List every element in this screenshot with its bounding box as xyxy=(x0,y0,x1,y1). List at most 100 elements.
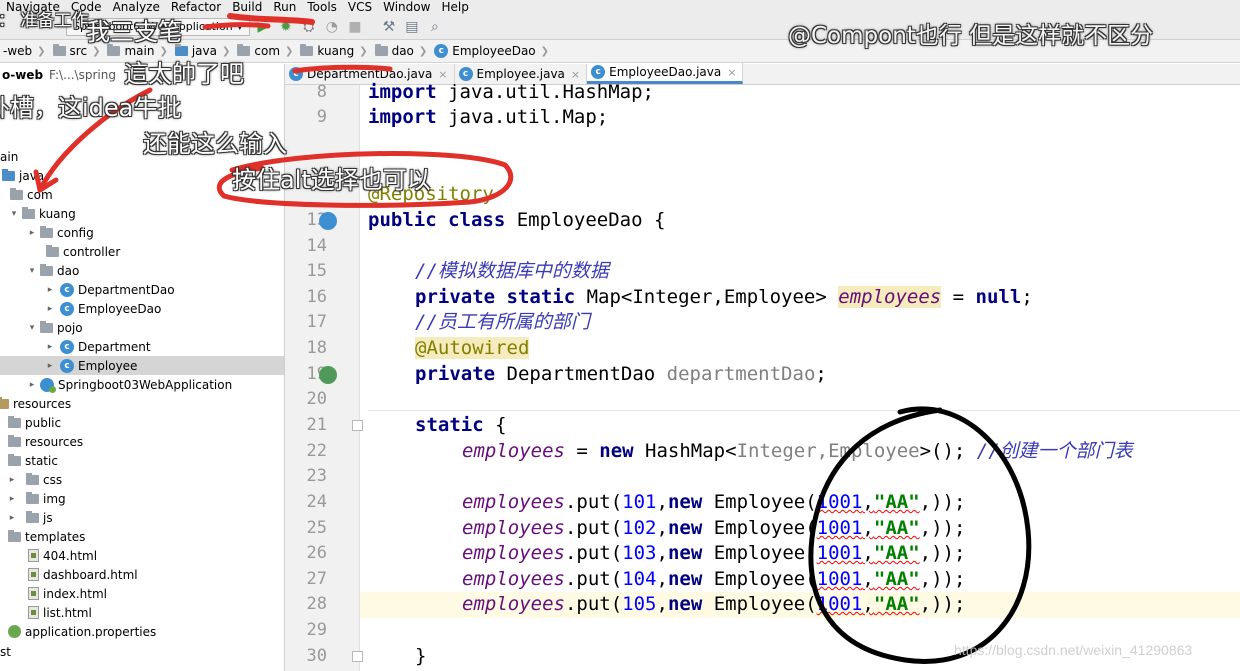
breadcrumb-employeedao[interactable]: c EmployeeDao ❯ xyxy=(431,42,553,61)
chevron-right-icon[interactable]: ▸ xyxy=(44,285,56,295)
chevron-right-icon[interactable]: ▸ xyxy=(6,475,18,485)
code-text: EmployeeDao { xyxy=(505,209,666,231)
close-icon[interactable]: × xyxy=(571,68,580,81)
chevron-right-icon[interactable]: ▸ xyxy=(6,494,18,504)
build-icon[interactable]: ⚒ xyxy=(379,17,399,37)
chevron-right-icon[interactable]: ▸ xyxy=(44,342,56,352)
tree-item-label: pojo xyxy=(57,320,83,335)
stop-icon[interactable]: ■ xyxy=(345,17,365,37)
tree-item-label: kuang xyxy=(39,206,76,221)
field-name: employees xyxy=(462,568,565,590)
tree-item-pojo[interactable]: ▾ pojo xyxy=(0,318,284,337)
tree-item-list-html[interactable]: list.html xyxy=(0,603,284,622)
tree-item-employeedao[interactable]: ▸ c EmployeeDao xyxy=(0,299,284,318)
chevron-right-icon[interactable]: ▸ xyxy=(6,513,18,523)
structure-icon[interactable]: ▤ xyxy=(402,17,422,37)
tree-item-resources[interactable]: resources xyxy=(0,394,284,413)
menu-vcs[interactable]: VCS xyxy=(342,0,377,14)
tree-item-css[interactable]: ▸ css xyxy=(0,470,284,489)
tree-item-templates[interactable]: templates xyxy=(0,527,284,546)
spring-boot-class-icon xyxy=(40,377,56,393)
tree-item-index-html[interactable]: index.html xyxy=(0,584,284,603)
keyword: new xyxy=(667,517,703,539)
code-line-26: employees.put(103,new Employee(1001,"AA"… xyxy=(462,541,965,567)
tree-item-config[interactable]: ▸ config xyxy=(0,223,284,242)
code-line-28: employees.put(105,new Employee(1001,"AA"… xyxy=(462,592,965,618)
menu-tools[interactable]: Tools xyxy=(301,0,342,14)
tree-item-employee[interactable]: ▸ c Employee xyxy=(0,356,284,375)
tree-item-dao[interactable]: ▾ dao xyxy=(0,261,284,280)
menu-help[interactable]: Help xyxy=(435,0,473,14)
keyword: new xyxy=(667,491,703,513)
close-icon[interactable]: × xyxy=(727,66,736,79)
tree-item-dashboard-html[interactable]: dashboard.html xyxy=(0,565,284,584)
breadcrumb-kuang[interactable]: kuang ❯ xyxy=(297,42,371,61)
line-number: 8 xyxy=(316,82,327,102)
line-number: 29 xyxy=(306,620,327,640)
tree-item-kuang[interactable]: ▾ kuang xyxy=(0,204,284,223)
breadcrumb-module[interactable]: -web ❯ xyxy=(0,42,50,61)
html-file-icon xyxy=(28,606,39,619)
tree-item-springboot03webapplication[interactable]: ▸ Springboot03WebApplication xyxy=(0,375,284,394)
menu-run[interactable]: Run xyxy=(267,0,301,14)
code-text: .put( xyxy=(564,593,623,615)
code-text: , xyxy=(862,593,874,615)
code-text: , xyxy=(862,542,874,564)
tree-item-public[interactable]: public xyxy=(0,413,284,432)
close-icon[interactable]: × xyxy=(438,68,447,81)
menu-bar: Navigate Code Analyze Refactor Build Run… xyxy=(0,0,1240,14)
line-number: 22 xyxy=(306,441,327,461)
project-root-path: F:\...\spring xyxy=(49,68,116,82)
debug-icon[interactable]: ✹ xyxy=(276,17,296,37)
chevron-right-icon[interactable]: ▸ xyxy=(44,361,56,371)
search-icon[interactable]: ⌕ xyxy=(425,17,445,37)
breadcrumb-dao[interactable]: dao ❯ xyxy=(372,42,432,61)
comment: //创建一个部门表 xyxy=(976,440,1133,462)
fold-icon[interactable] xyxy=(352,420,363,431)
code-text: { xyxy=(483,414,507,436)
chevron-down-icon[interactable]: ▾ xyxy=(26,323,38,333)
chevron-right-icon[interactable]: ▸ xyxy=(26,228,38,238)
chevron-right-icon[interactable]: ▸ xyxy=(44,304,56,314)
class-icon: c xyxy=(289,67,303,81)
run-icon[interactable]: ▶ xyxy=(253,17,273,37)
tree-item-404-html[interactable]: 404.html xyxy=(0,546,284,565)
tree-item-img[interactable]: ▸ img xyxy=(0,489,284,508)
field-name: employees xyxy=(462,542,565,564)
menu-window[interactable]: Window xyxy=(377,0,435,14)
tree-item-label: config xyxy=(57,225,94,240)
folder-icon xyxy=(8,529,21,542)
chevron-down-icon[interactable]: ▾ xyxy=(8,209,20,219)
menu-build[interactable]: Build xyxy=(226,0,267,14)
tree-item-test[interactable]: st xyxy=(0,642,284,661)
tree-item-application-properties[interactable]: application.properties xyxy=(0,622,284,641)
class-gutter-icon[interactable] xyxy=(319,212,337,230)
tree-item-controller[interactable]: controller xyxy=(0,242,284,261)
tree-item-resources-sub[interactable]: resources xyxy=(0,432,284,451)
tree-item-department[interactable]: ▸ c Department xyxy=(0,337,284,356)
coverage-icon[interactable]: ⛭ xyxy=(299,17,319,37)
html-file-icon xyxy=(28,587,39,600)
keyword: new xyxy=(667,542,703,564)
html-file-icon xyxy=(28,568,39,581)
line-number: 30 xyxy=(306,646,327,666)
tree-item-departmentdao[interactable]: ▸ c DepartmentDao xyxy=(0,280,284,299)
number-literal: 105 xyxy=(622,593,657,615)
line-number: 21 xyxy=(306,415,327,435)
chevron-right-icon[interactable]: ▸ xyxy=(26,380,38,390)
chevron-down-icon[interactable]: ▾ xyxy=(26,266,38,276)
profile-icon[interactable]: ◔ xyxy=(322,17,342,37)
code-text: , xyxy=(656,491,668,513)
fold-icon[interactable] xyxy=(352,651,363,662)
code-line-30: } xyxy=(415,644,426,670)
tree-item-label: Employee xyxy=(78,358,138,373)
tree-item-static[interactable]: static xyxy=(0,451,284,470)
overlay-comment: 我三支笔 xyxy=(86,18,182,46)
line-number: 9 xyxy=(316,107,327,127)
code-text: ,)); xyxy=(919,568,966,590)
chevron-right-icon: ❯ xyxy=(37,45,46,57)
folder-icon xyxy=(40,225,53,238)
tree-item-label: resources xyxy=(25,434,84,449)
tree-item-js[interactable]: ▸ js xyxy=(0,508,284,527)
autowired-gutter-icon[interactable] xyxy=(319,366,337,384)
